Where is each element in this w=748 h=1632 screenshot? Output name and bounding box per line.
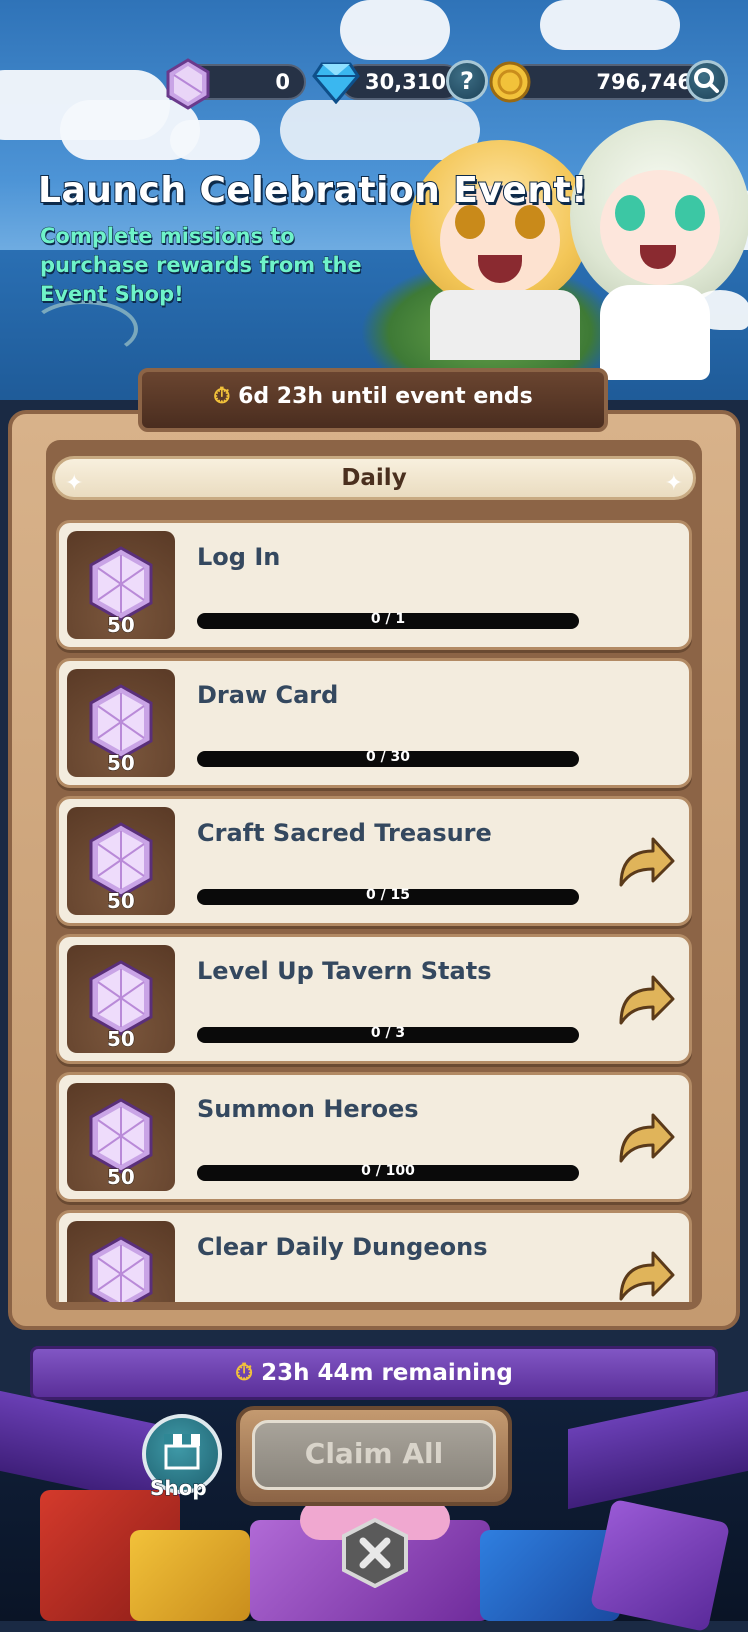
go-to-arrow-icon[interactable] — [615, 835, 677, 891]
mission-row[interactable]: 50 Summon Heroes 0 / 100 — [56, 1072, 692, 1202]
mission-title: Draw Card — [197, 681, 339, 709]
go-to-arrow-icon[interactable] — [615, 1249, 677, 1302]
reward-slot: 50 — [67, 945, 175, 1053]
gold-coin-icon — [489, 61, 531, 103]
mission-progress-bar: 0 / 1 — [197, 611, 579, 629]
event-title: Launch Celebration Event! — [37, 169, 589, 212]
reward-slot: 50 — [67, 669, 175, 777]
close-button[interactable] — [340, 1518, 410, 1588]
cloud — [540, 0, 680, 50]
sparkle-icon: ✦ — [664, 471, 683, 496]
mission-row[interactable]: 50 Craft Sacred Treasure 0 / 15 — [56, 796, 692, 926]
diamond-count: 30,310 — [364, 70, 446, 94]
event-banner: Launch Celebration Event! Complete missi… — [0, 0, 748, 400]
mission-title: Clear Daily Dungeons — [197, 1233, 488, 1261]
diamond-icon — [312, 62, 360, 104]
go-to-arrow-icon[interactable] — [615, 973, 677, 1029]
event-gem-icon — [89, 822, 153, 898]
cloud — [280, 100, 480, 160]
mission-title: Craft Sacred Treasure — [197, 819, 492, 847]
mission-progress-text: 0 / 1 — [370, 611, 406, 627]
mission-title: Summon Heroes — [197, 1095, 419, 1123]
mission-progress-bar: 0 / 100 — [197, 1163, 579, 1181]
event-gem-icon — [89, 960, 153, 1036]
reward-slot: 50 — [67, 807, 175, 915]
mission-row[interactable]: 50 Clear Daily Dungeons — [56, 1210, 692, 1302]
event-gem-icon — [166, 58, 210, 110]
reward-quantity: 50 — [107, 1165, 136, 1190]
event-gem-icon — [89, 684, 153, 760]
help-button[interactable]: ? — [446, 60, 488, 102]
reward-slot: 50 — [67, 1221, 175, 1302]
mission-progress-text: 0 / 30 — [365, 749, 411, 765]
event-gem-count: 0 — [275, 70, 290, 94]
reward-quantity: 50 — [107, 889, 136, 914]
mission-list[interactable]: 50 Log In 0 / 1 50 Draw Card 0 / 30 50 Craft Sa… — [56, 520, 692, 1302]
tab-daily-label: Daily — [341, 465, 407, 491]
reward-quantity: 50 — [107, 613, 136, 638]
mission-progress-bar: 0 / 30 — [197, 749, 579, 767]
go-to-arrow-icon[interactable] — [615, 1111, 677, 1167]
mission-row[interactable]: 50 Log In 0 / 1 — [56, 520, 692, 650]
question-icon: ? — [460, 67, 474, 95]
event-timer-plate: ⏱ 6d 23h until event ends — [138, 368, 608, 432]
mission-row[interactable]: 50 Draw Card 0 / 30 — [56, 658, 692, 788]
gold-count: 796,746 — [596, 70, 692, 94]
gift-box-violet — [589, 1498, 731, 1632]
daily-remaining-text: 23h 44m remaining — [261, 1360, 513, 1386]
mission-row[interactable]: 50 Level Up Tavern Stats 0 / 3 — [56, 934, 692, 1064]
magnifier-icon — [694, 68, 719, 93]
mission-progress-bar: 0 / 15 — [197, 887, 579, 905]
reward-slot: 50 — [67, 531, 175, 639]
cloud — [170, 120, 260, 160]
reward-slot: 50 — [67, 1083, 175, 1191]
event-subtitle: Complete missions to purchase rewards fr… — [40, 224, 363, 307]
mission-progress-text: 0 / 15 — [365, 887, 411, 903]
daily-remaining-bar: ⏱ 23h 44m remaining — [30, 1346, 718, 1400]
mission-title: Level Up Tavern Stats — [197, 957, 492, 985]
mission-progress-text: 0 / 3 — [370, 1025, 406, 1041]
gift-box-yellow — [130, 1530, 250, 1621]
claim-all-button[interactable]: Claim All — [252, 1420, 496, 1490]
shop-label: Shop — [150, 1476, 208, 1501]
wing — [690, 290, 748, 330]
event-gem-icon — [89, 1098, 153, 1174]
mission-progress-text: 0 / 100 — [361, 1163, 415, 1179]
event-time-left: 6d 23h until event ends — [238, 384, 533, 409]
stopwatch-icon: ⏱ — [213, 384, 231, 409]
gold-counter: 796,746 — [508, 64, 708, 100]
tab-daily[interactable]: ✦ Daily ✦ — [52, 456, 696, 500]
stopwatch-icon: ⏱ — [235, 1360, 254, 1386]
claim-all-label: Claim All — [304, 1437, 444, 1470]
reward-quantity: 50 — [107, 1027, 136, 1052]
event-gem-icon — [89, 546, 153, 622]
mission-title: Log In — [197, 543, 281, 571]
sparkle-icon: ✦ — [65, 471, 84, 496]
mission-progress-bar: 0 / 3 — [197, 1025, 579, 1043]
gold-search-button[interactable] — [686, 60, 728, 102]
event-gem-icon — [89, 1236, 153, 1302]
cloud — [340, 0, 450, 60]
shop-stall-icon — [164, 1434, 200, 1470]
reward-quantity: 50 — [107, 751, 136, 776]
